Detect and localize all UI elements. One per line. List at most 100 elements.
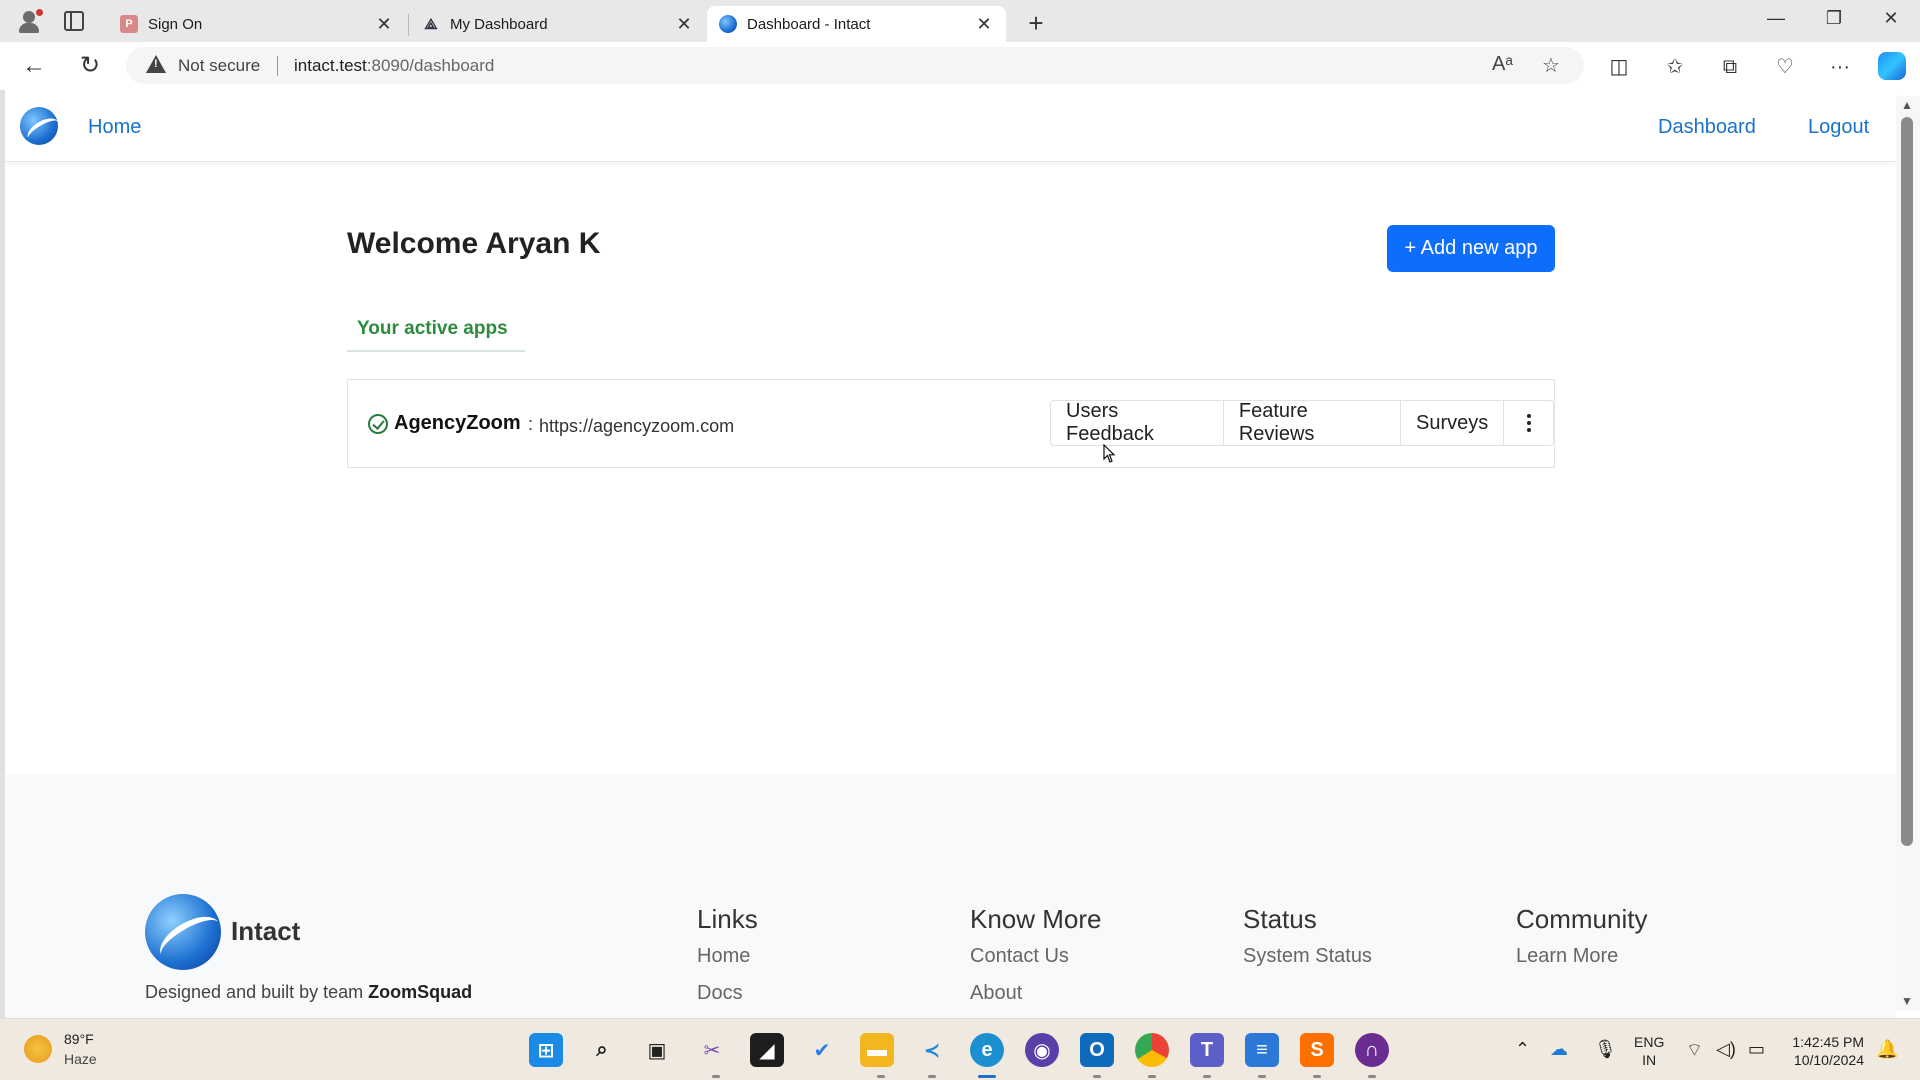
more-actions-button[interactable]	[1504, 401, 1553, 445]
audio-app-icon[interactable]: ∩	[1355, 1033, 1389, 1067]
tab-favicon-icon: ⟁	[424, 15, 438, 33]
start-icon[interactable]: ⊞	[529, 1033, 563, 1067]
running-indicator	[1148, 1075, 1156, 1078]
close-icon[interactable]: ✕	[974, 14, 994, 35]
favorites-icon[interactable]: ✩	[1660, 54, 1690, 80]
feature-reviews-button[interactable]: Feature Reviews	[1224, 400, 1402, 445]
vscode-icon[interactable]: ≺	[915, 1033, 949, 1067]
footer-link-about[interactable]: About	[970, 982, 1102, 1005]
active-app-indicator	[978, 1075, 996, 1078]
running-indicator	[1258, 1075, 1266, 1078]
sublime-text-icon[interactable]: S	[1300, 1033, 1334, 1067]
tab-actions-icon[interactable]	[64, 11, 84, 31]
clock-date: 10/10/2024	[1793, 1052, 1864, 1068]
address-url[interactable]: intact.test:8090/dashboard	[294, 56, 494, 76]
copilot-icon[interactable]	[1878, 52, 1906, 80]
search-icon[interactable]: ⌕	[585, 1033, 619, 1067]
back-icon[interactable]: ←	[19, 52, 49, 80]
close-icon[interactable]: ✕	[674, 14, 694, 35]
window-close-button[interactable]: ✕	[1868, 8, 1914, 29]
task-view-icon[interactable]: ▣	[640, 1033, 674, 1067]
credit-prefix: Designed and built by team	[145, 982, 364, 1002]
chrome-icon[interactable]	[1135, 1033, 1169, 1067]
app-url: https://agencyzoom.com	[539, 416, 735, 436]
tab-active-apps[interactable]: Your active apps	[347, 312, 525, 352]
credit-team: ZoomSquad	[368, 982, 473, 1002]
tab-divider	[408, 14, 409, 36]
tab-my-dashboard[interactable]: ⟁ My Dashboard ✕	[410, 6, 706, 42]
read-aloud-icon[interactable]: Aᵃ	[1492, 53, 1513, 76]
nav-logout-link[interactable]: Logout	[1808, 116, 1869, 139]
close-icon[interactable]: ✕	[374, 14, 394, 35]
warning-icon	[146, 55, 166, 73]
users-feedback-button[interactable]: Users Feedback	[1051, 400, 1224, 445]
footer-heading: Status	[1243, 904, 1317, 934]
profile-icon[interactable]	[14, 6, 44, 36]
nav-home-link[interactable]: Home	[88, 116, 141, 139]
footer-column-status: Status System Status	[1243, 904, 1372, 982]
teams-icon[interactable]: T	[1190, 1033, 1224, 1067]
edge-icon[interactable]: e	[970, 1033, 1004, 1067]
reload-icon[interactable]: ↻	[75, 52, 105, 80]
system-clock[interactable]: 1:42:45 PM 10/10/2024	[1784, 1033, 1864, 1069]
add-new-app-button[interactable]: + Add new app	[1387, 225, 1555, 272]
address-bar[interactable]: Not secure intact.test:8090/dashboard Aᵃ…	[126, 47, 1584, 84]
footer-link-system-status[interactable]: System Status	[1243, 945, 1372, 968]
tab-sign-on[interactable]: P Sign On ✕	[108, 6, 406, 42]
file-explorer-icon[interactable]: ▬	[860, 1033, 894, 1067]
welcome-heading: Welcome Aryan K	[347, 227, 601, 260]
footer-credit: Designed and built by team ZoomSquad	[145, 982, 472, 1003]
app-actions-group: Users Feedback Feature Reviews Surveys	[1050, 400, 1554, 446]
notepad-icon[interactable]: ≡	[1245, 1033, 1279, 1067]
footer-heading: Links	[697, 904, 758, 934]
tab-favicon-icon: P	[120, 15, 138, 33]
app-separator: :	[528, 414, 534, 434]
notification-bell-icon[interactable]: 🔔	[1876, 1039, 1898, 1060]
browser-essentials-icon[interactable]: ♡	[1770, 54, 1800, 80]
new-tab-button[interactable]: +	[1021, 8, 1051, 39]
snipping-tool-icon[interactable]: ✂	[695, 1033, 729, 1067]
scrollbar-thumb[interactable]	[1901, 117, 1913, 846]
address-divider	[277, 56, 278, 76]
footer-link-learn-more[interactable]: Learn More	[1516, 945, 1647, 968]
restore-button[interactable]: ❐	[1811, 8, 1857, 29]
onedrive-icon[interactable]: ☁	[1550, 1039, 1568, 1060]
footer-logo-icon	[145, 894, 221, 970]
tab-label: Dashboard - Intact	[747, 15, 871, 33]
surveys-button[interactable]: Surveys	[1401, 401, 1505, 445]
weather-condition[interactable]: Haze	[64, 1051, 97, 1067]
scroll-up-icon[interactable]: ▲	[1899, 98, 1915, 112]
language-indicator[interactable]: ENG IN	[1634, 1033, 1664, 1069]
split-screen-icon[interactable]: ◫	[1604, 54, 1634, 80]
tab-label: My Dashboard	[450, 15, 548, 33]
weather-temperature[interactable]: 89°F	[64, 1031, 94, 1047]
battery-icon[interactable]: ▭	[1748, 1039, 1765, 1060]
nav-dashboard-link[interactable]: Dashboard	[1658, 116, 1756, 139]
scroll-down-icon[interactable]: ▼	[1899, 994, 1915, 1008]
footer-heading: Community	[1516, 904, 1648, 934]
collections-icon[interactable]: ⧉	[1715, 54, 1745, 80]
footer-brand: Intact	[231, 916, 301, 946]
footer-link-docs[interactable]: Docs	[697, 982, 758, 1005]
more-options-icon[interactable]: ···	[1825, 54, 1855, 80]
minimize-button[interactable]: —	[1753, 8, 1799, 29]
lang-code: ENG	[1634, 1034, 1665, 1050]
volume-icon[interactable]: ◁)	[1716, 1039, 1736, 1060]
microphone-icon[interactable]: 🎙	[1594, 1039, 1617, 1060]
outlook-icon[interactable]: O	[1080, 1033, 1114, 1067]
security-label[interactable]: Not secure	[178, 56, 260, 76]
kebab-menu-icon	[1526, 414, 1531, 432]
intact-logo-icon[interactable]	[20, 107, 58, 145]
favorite-star-icon[interactable]: ☆	[1542, 53, 1560, 78]
wifi-icon[interactable]: ⌔	[1686, 1039, 1703, 1062]
footer-link-home[interactable]: Home	[697, 945, 758, 968]
todo-icon[interactable]: ✔	[805, 1033, 839, 1067]
show-hidden-icons[interactable]: ⌃	[1515, 1039, 1530, 1060]
weather-icon[interactable]	[24, 1035, 52, 1063]
podcast-app-icon[interactable]: ◉	[1025, 1033, 1059, 1067]
running-indicator	[928, 1075, 936, 1078]
tab-dashboard-intact[interactable]: Dashboard - Intact ✕	[707, 6, 1006, 42]
footer-link-contact[interactable]: Contact Us	[970, 945, 1102, 968]
url-path: :8090/dashboard	[366, 56, 495, 75]
sticky-notes-icon[interactable]: ◢	[750, 1033, 784, 1067]
